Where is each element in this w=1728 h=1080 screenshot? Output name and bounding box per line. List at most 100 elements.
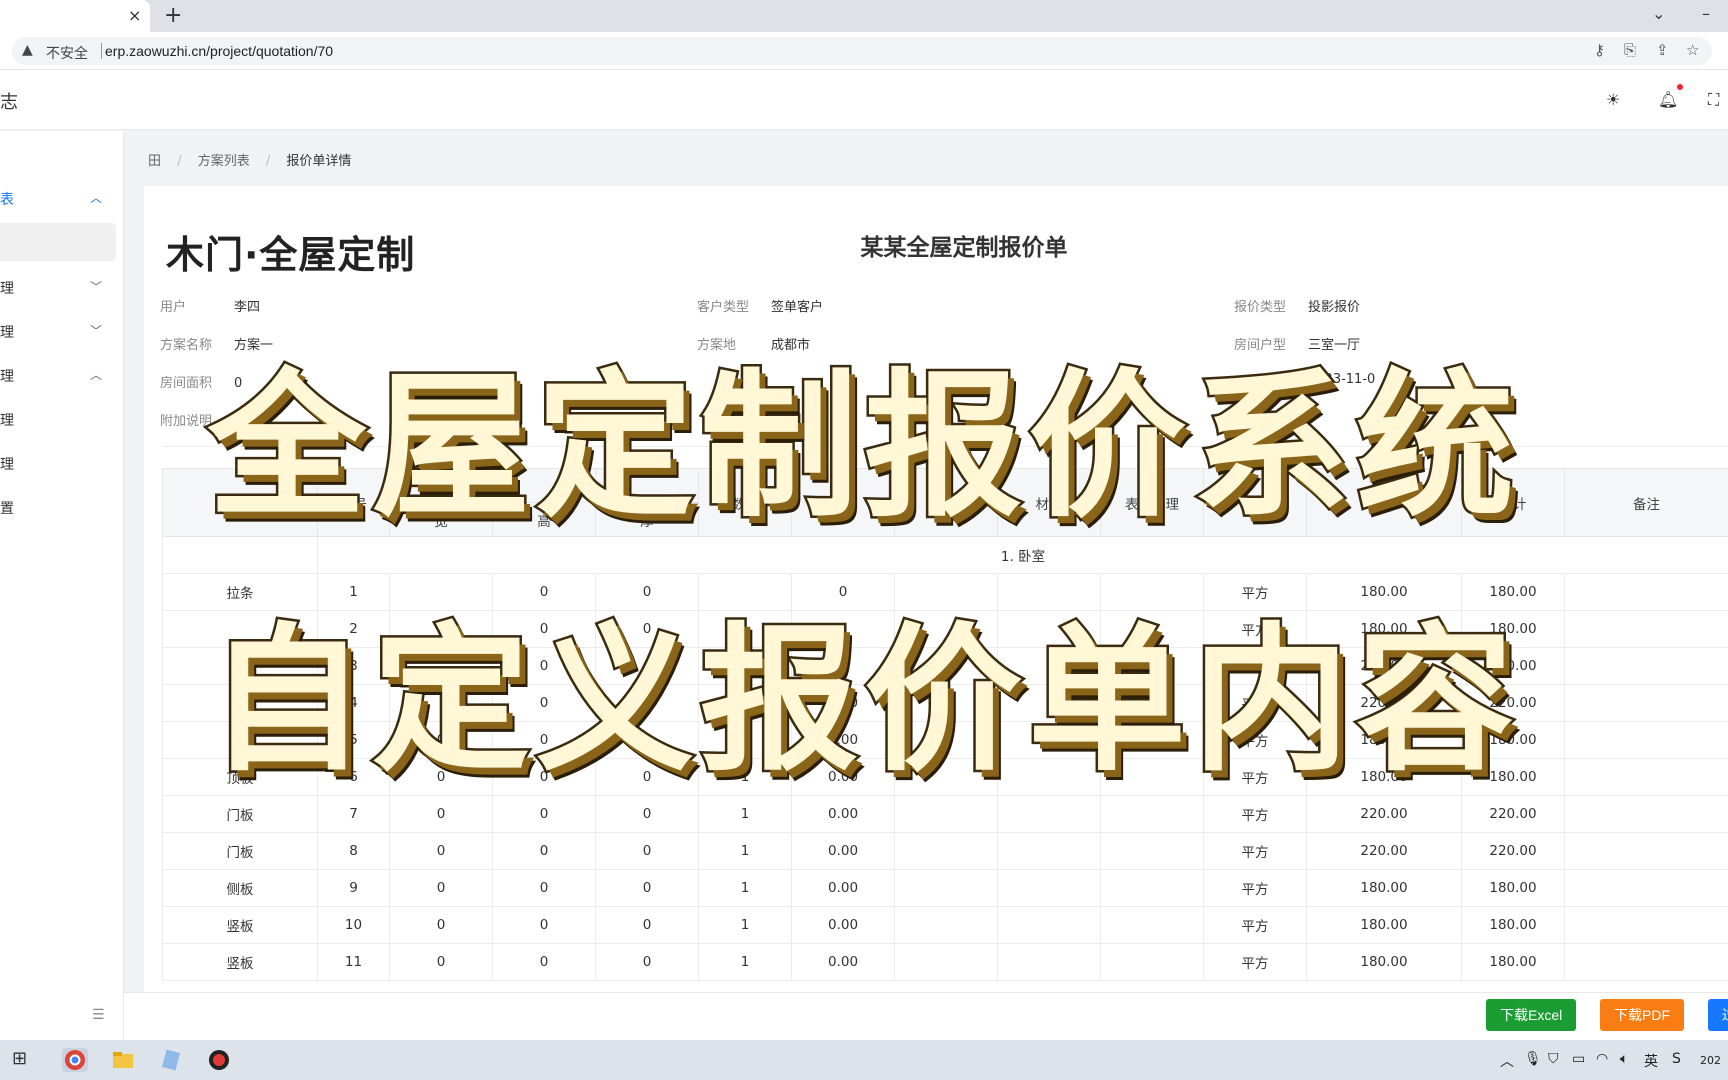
table-cell: 180.00 <box>1306 906 1462 944</box>
table-cell: 8 <box>317 832 390 870</box>
table-cell: 0 <box>389 869 493 907</box>
tab-search-icon[interactable]: ⌄ <box>1652 4 1665 23</box>
table-cell: 220.00 <box>1306 832 1462 870</box>
sogou-icon[interactable]: S <box>1672 1051 1681 1067</box>
app-header: 志 ☀ 🔔︎ ⛶ <box>0 70 1728 130</box>
field-value: 李四 <box>234 300 261 315</box>
task-view-icon[interactable]: ⊞ <box>12 1048 38 1072</box>
tab-close-icon[interactable]: × <box>128 6 141 25</box>
field-key: 用户 <box>160 300 187 315</box>
table-cell <box>1100 906 1204 944</box>
table-cell: 9 <box>317 869 390 907</box>
table-cell: 0 <box>492 906 596 944</box>
table-cell <box>894 832 998 870</box>
url-text[interactable]: erp.zaowuzhi.cn/project/quotation/70 <box>105 43 333 59</box>
overlay-title-line2: 自定义报价单内容 <box>206 607 1520 796</box>
security-label[interactable]: 不安全 <box>46 43 88 63</box>
table-cell: 0.00 <box>791 943 895 981</box>
table-cell: 侧板 <box>162 869 318 907</box>
table-cell: 0 <box>492 832 596 870</box>
table-cell <box>1100 795 1204 833</box>
table-cell: 竖板 <box>162 943 318 981</box>
table-cell <box>997 832 1101 870</box>
table-cell: 门板 <box>162 832 318 870</box>
bookmark-star-icon[interactable]: ☆ <box>1686 41 1699 59</box>
table-cell <box>1564 869 1728 907</box>
table-cell: 1 <box>698 795 792 833</box>
browser-tab[interactable]: × <box>0 0 150 32</box>
table-row: 竖板 11 0 0 0 1 0.00 平方 180.00 180.00 <box>162 943 1728 981</box>
action-bar: 下载Excel 下载PDF 过 <box>124 992 1728 1040</box>
download-pdf-button[interactable]: 下载PDF <box>1600 999 1684 1031</box>
table-cell: 11 <box>317 943 390 981</box>
table-cell: 门板 <box>162 795 318 833</box>
table-row: 侧板 9 0 0 0 1 0.00 平方 180.00 180.00 <box>162 869 1728 907</box>
table-cell: 0.00 <box>791 832 895 870</box>
fullscreen-icon[interactable]: ⛶ <box>1708 90 1719 110</box>
overlay-title-line1: 全屋定制报价系统 <box>206 353 1520 542</box>
chevron-up-icon: ︿ <box>90 191 103 205</box>
file-explorer-icon[interactable] <box>110 1048 136 1072</box>
table-cell: 0.00 <box>791 795 895 833</box>
table-cell: 220.00 <box>1306 795 1462 833</box>
new-tab-button[interactable]: + <box>164 3 182 28</box>
chrome-app-icon[interactable] <box>62 1048 88 1072</box>
omnibox[interactable]: ▲ 不安全 erp.zaowuzhi.cn/project/quotation/… <box>12 37 1712 65</box>
microphone-icon[interactable]: 🎙︎ <box>1524 1051 1542 1067</box>
table-cell <box>1564 943 1728 981</box>
divider <box>101 43 102 59</box>
download-excel-button[interactable]: 下载Excel <box>1486 999 1577 1031</box>
volume-icon[interactable]: 🔈︎ <box>1620 1051 1628 1067</box>
sidebar-subitem-selected[interactable] <box>0 223 116 261</box>
breadcrumb-current: 报价单详情 <box>286 154 352 169</box>
field-quote-type: 报价类型 投影报价 <box>1234 296 1360 315</box>
browser-addressbar: ▲ 不安全 erp.zaowuzhi.cn/project/quotation/… <box>0 32 1728 70</box>
warning-icon[interactable]: ▲ <box>22 42 33 58</box>
table-cell: 0 <box>492 943 596 981</box>
chevron-down-icon: ﹀ <box>90 280 103 294</box>
minimize-icon[interactable]: – <box>1702 4 1710 23</box>
table-cell: 0 <box>595 943 699 981</box>
more-action-button[interactable]: 过 <box>1708 999 1728 1031</box>
ime-indicator[interactable]: 英 <box>1644 1051 1658 1071</box>
sidebar-item-2[interactable]: 理 ﹀ <box>0 267 116 307</box>
clock[interactable]: 202 <box>1700 1054 1721 1067</box>
bell-icon[interactable]: 🔔︎ <box>1658 90 1678 109</box>
os-taskbar: ⊞ ︿ 🎙︎ ⛉ ▭ ◠ 🔈︎ 英 S 202 <box>0 1040 1728 1080</box>
table-cell: 平方 <box>1203 906 1307 944</box>
menu-collapse-icon[interactable]: ☰ <box>92 1007 105 1023</box>
theme-sun-icon[interactable]: ☀ <box>1606 90 1620 109</box>
table-cell: 平方 <box>1203 795 1307 833</box>
sidebar-item-1[interactable]: 表 ︿ <box>0 178 116 218</box>
breadcrumb-item[interactable]: 方案列表 <box>198 154 250 169</box>
table-cell: 7 <box>317 795 390 833</box>
share-icon[interactable]: ⇪ <box>1656 41 1669 59</box>
table-cell: 1 <box>698 906 792 944</box>
breadcrumb: 田 / 方案列表 / 报价单详情 <box>148 150 363 169</box>
translate-icon[interactable]: ⎘ <box>1624 41 1636 59</box>
table-cell: 180.00 <box>1461 906 1565 944</box>
tray-chevron-icon[interactable]: ︿ <box>1500 1051 1514 1071</box>
table-cell <box>1100 943 1204 981</box>
table-cell: 220.00 <box>1461 795 1565 833</box>
breadcrumb-home-icon[interactable]: 田 <box>148 154 161 169</box>
table-cell <box>894 869 998 907</box>
table-cell: 1 <box>698 832 792 870</box>
shield-icon[interactable]: ⛉ <box>1548 1051 1559 1067</box>
wifi-icon[interactable]: ◠ <box>1596 1051 1608 1067</box>
table-cell: 10 <box>317 906 390 944</box>
table-cell: 180.00 <box>1306 943 1462 981</box>
field-value: 签单客户 <box>771 300 824 315</box>
table-cell: 180.00 <box>1461 869 1565 907</box>
table-cell: 竖板 <box>162 906 318 944</box>
table-cell: 0 <box>595 832 699 870</box>
key-icon[interactable]: ⚷ <box>1594 41 1605 59</box>
record-app-icon[interactable] <box>206 1048 232 1072</box>
battery-icon[interactable]: ▭ <box>1572 1051 1585 1067</box>
sidebar-item-label: 表 <box>0 192 14 208</box>
notepad-app-icon[interactable] <box>158 1048 184 1072</box>
table-cell <box>894 943 998 981</box>
table-row: 竖板 10 0 0 0 1 0.00 平方 180.00 180.00 <box>162 906 1728 944</box>
table-cell: 平方 <box>1203 832 1307 870</box>
table-cell: 平方 <box>1203 869 1307 907</box>
